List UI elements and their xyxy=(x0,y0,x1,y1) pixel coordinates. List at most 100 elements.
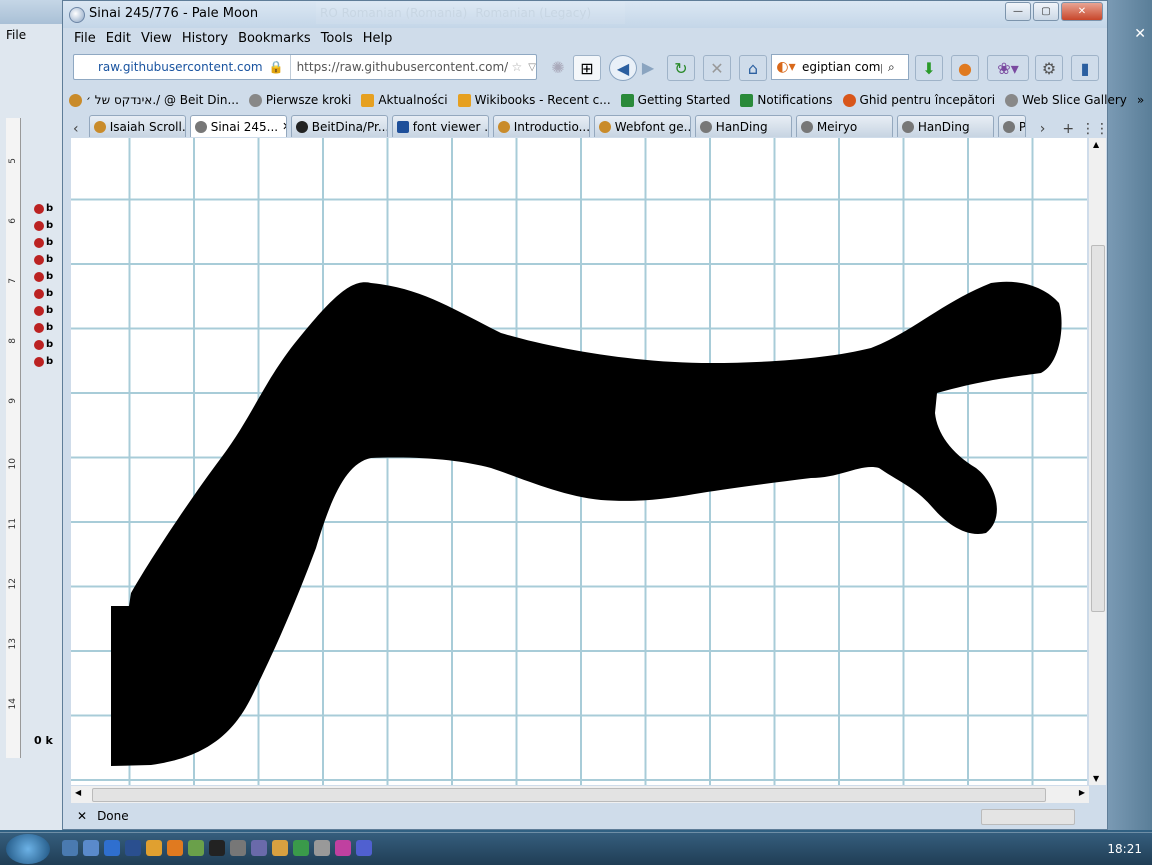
reload-button[interactable]: ↻ xyxy=(667,55,695,81)
ruler-mark: 7 xyxy=(8,278,18,284)
bookmark-item[interactable]: Aktualności xyxy=(361,93,448,107)
chrome-icon[interactable] xyxy=(293,840,309,856)
tab-active[interactable]: Sinai 245...✕ xyxy=(189,115,287,137)
url-dropdown-icon[interactable]: ▽ xyxy=(528,62,536,73)
close-icon[interactable]: ✕ xyxy=(69,809,87,823)
tab[interactable]: BeitDina/Pr... xyxy=(290,115,388,137)
file-icon xyxy=(34,356,44,367)
horizontal-scrollbar[interactable]: ◀ ▶ xyxy=(71,786,1089,803)
url-text[interactable]: https://raw.githubusercontent.com/BeitD xyxy=(291,60,508,74)
clock[interactable]: 18:21 xyxy=(1107,842,1142,856)
bookmark-item[interactable]: Pierwsze kroki xyxy=(248,93,351,107)
new-window-button[interactable]: ⊞ xyxy=(573,55,601,81)
scroll-down-icon[interactable]: ▼ xyxy=(1093,774,1099,783)
bookmark-item[interactable]: Getting Started xyxy=(620,93,730,107)
forward-button[interactable]: ▶ xyxy=(635,55,661,79)
tab[interactable]: P xyxy=(997,115,1026,137)
search-box[interactable]: ◐▾ ⌕ xyxy=(771,54,909,80)
tab[interactable]: Introductio... xyxy=(492,115,590,137)
menu-edit[interactable]: Edit xyxy=(101,28,136,50)
inactive-window-title[interactable]: RO Romanian (Romania) Romanian (Legacy) xyxy=(316,2,625,24)
minimize-button[interactable]: — xyxy=(1005,2,1031,21)
ruler-mark: 10 xyxy=(8,458,18,470)
stop-button[interactable]: ✕ xyxy=(703,55,731,81)
background-file-manager[interactable]: File 5 6 7 8 9 10 11 12 13 14 b b b b b … xyxy=(0,0,71,830)
terminal-icon[interactable] xyxy=(209,840,225,856)
page-content[interactable] xyxy=(71,138,1087,785)
vertical-scroll-thumb[interactable] xyxy=(1091,245,1105,612)
background-window-right[interactable]: ✕ xyxy=(1108,0,1152,830)
tab-scroll-right-icon[interactable]: › xyxy=(1030,121,1056,137)
menu-tools[interactable]: Tools xyxy=(316,28,358,50)
desktop-icon[interactable] xyxy=(62,840,78,856)
star-icon[interactable]: ☆ xyxy=(512,60,523,74)
tab-favicon-icon xyxy=(93,120,106,133)
close-window-button[interactable]: ✕ xyxy=(1061,2,1103,21)
explorer-icon[interactable] xyxy=(83,840,99,856)
background-window-titlebar[interactable] xyxy=(0,0,70,24)
disc-icon[interactable] xyxy=(272,840,288,856)
bookmark-item[interactable]: Web Slice Gallery xyxy=(1005,93,1127,107)
tab[interactable]: font viewer ... xyxy=(391,115,489,137)
menu-file[interactable]: File xyxy=(69,28,101,50)
background-window-menu[interactable]: File xyxy=(6,28,26,42)
app-icon[interactable] xyxy=(356,840,372,856)
bookmark-item[interactable]: Notifications xyxy=(740,93,833,107)
close-icon[interactable]: ✕ xyxy=(1134,26,1146,42)
home-button[interactable]: ⌂ xyxy=(739,55,767,81)
file-icon xyxy=(34,288,44,299)
addon-menu-icon[interactable]: ❀▾ xyxy=(987,55,1029,81)
horizontal-scroll-thumb[interactable] xyxy=(92,788,1046,802)
media-icon[interactable] xyxy=(146,840,162,856)
maximize-button[interactable]: ▢ xyxy=(1033,2,1059,21)
bookmarks-overflow-icon[interactable]: » xyxy=(1137,93,1150,107)
search-icon[interactable]: ⌕ xyxy=(888,60,895,75)
menu-bookmarks[interactable]: Bookmarks xyxy=(233,28,316,50)
tab[interactable]: Meiryo xyxy=(795,115,893,137)
scroll-right-icon[interactable]: ▶ xyxy=(1079,788,1085,797)
tab-label: Webfont ge... xyxy=(614,119,691,134)
new-tab-icon[interactable]: + xyxy=(1055,121,1081,137)
tab-label: Introductio... xyxy=(513,119,590,134)
menu-history[interactable]: History xyxy=(177,28,233,50)
gear-icon[interactable] xyxy=(188,840,204,856)
taskbar: 18:21 xyxy=(0,832,1152,865)
firefox-icon[interactable]: ● xyxy=(951,55,979,81)
lock-icon: 🔒 xyxy=(268,60,284,74)
database-icon[interactable]: ▮ xyxy=(1071,55,1099,81)
tab[interactable]: Webfont ge... xyxy=(593,115,691,137)
app-icon[interactable] xyxy=(335,840,351,856)
tab-close-icon[interactable]: ✕ xyxy=(282,120,286,133)
settings-gear-icon[interactable]: ⚙ xyxy=(1035,55,1063,81)
firefox-icon[interactable] xyxy=(167,840,183,856)
menu-help[interactable]: Help xyxy=(358,28,398,50)
tab-label: BeitDina/Pr... xyxy=(311,119,388,134)
scroll-up-icon[interactable]: ▲ xyxy=(1093,140,1099,149)
bookmark-item[interactable]: אינדקס של ׳./ @ Beit Din... xyxy=(69,93,239,107)
bookmark-item[interactable]: Wikibooks - Recent c... xyxy=(457,93,611,107)
url-bar[interactable]: raw.githubusercontent.com 🔒 https://raw.… xyxy=(73,54,537,80)
scroll-left-icon[interactable]: ◀ xyxy=(75,788,81,797)
tab[interactable]: Isaiah Scroll... xyxy=(88,115,186,137)
site-identity[interactable]: raw.githubusercontent.com 🔒 xyxy=(74,55,291,79)
tool-icon[interactable] xyxy=(314,840,330,856)
app-icon[interactable] xyxy=(230,840,246,856)
php-icon[interactable] xyxy=(251,840,267,856)
vertical-scrollbar[interactable]: ▲ ▼ xyxy=(1089,138,1106,785)
tab-scroll-left-icon[interactable]: ‹ xyxy=(63,121,89,137)
bookmark-item[interactable]: Ghid pentru începători xyxy=(842,93,995,107)
site-identity-label: raw.githubusercontent.com xyxy=(98,60,263,74)
download-icon[interactable]: ⬇ xyxy=(915,55,943,81)
menu-view[interactable]: View xyxy=(136,28,177,50)
tab[interactable]: HanDing xyxy=(896,115,994,137)
search-engine-icon[interactable]: ◐▾ xyxy=(772,55,800,79)
save-icon[interactable] xyxy=(125,840,141,856)
tab[interactable]: HanDing xyxy=(694,115,792,137)
ie-icon[interactable] xyxy=(104,840,120,856)
search-input[interactable] xyxy=(800,59,884,75)
start-button[interactable] xyxy=(6,834,50,864)
tab-list-icon[interactable]: ⋮⋮ xyxy=(1081,121,1109,137)
tab-label: HanDing xyxy=(917,119,970,134)
back-button[interactable]: ◀ xyxy=(609,55,637,81)
inactive-title-label-2: Romanian (Legacy) xyxy=(475,6,592,20)
